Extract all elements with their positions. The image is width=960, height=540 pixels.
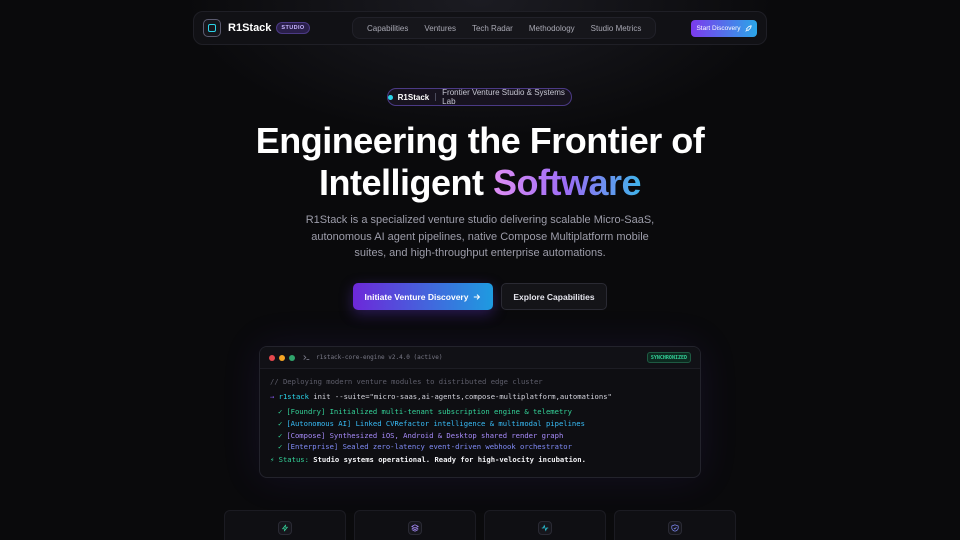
- primary-cta-label: Initiate Venture Discovery: [364, 291, 469, 302]
- brand-primary: R1: [228, 22, 243, 34]
- check-icon: ✓: [278, 430, 283, 440]
- start-discovery-button[interactable]: Start Discovery: [691, 20, 757, 37]
- terminal-status: ⚡ Status: Studio systems operational. Re…: [270, 455, 690, 464]
- hero-title-gradient: Software: [492, 162, 642, 203]
- studio-badge: STUDIO: [276, 22, 310, 34]
- terminal-output: ✓ [Foundry] Initialized multi-tenant subs…: [278, 406, 690, 453]
- feature-card-activity[interactable]: [484, 510, 606, 540]
- nav-links: Capabilities Ventures Tech Radar Methodo…: [352, 17, 657, 39]
- status-dot-icon: [388, 94, 393, 100]
- terminal-body: // Deploying modern venture modules to d…: [260, 369, 700, 470]
- bolt-icon: [278, 521, 292, 535]
- terminal-line: ✓ [Autonomous AI] Linked CVRefactor intel…: [278, 418, 690, 430]
- terminal-line: ✓ [Enterprise] Sealed zero-latency event-…: [278, 441, 690, 453]
- layers-icon: [408, 521, 422, 535]
- terminal-comment: // Deploying modern venture modules to d…: [270, 377, 543, 386]
- status-text: Studio systems operational. Ready for hi…: [313, 455, 586, 465]
- terminal-title: r1stack-core-engine v2.4.0 (active): [316, 354, 443, 361]
- feature-card-shield[interactable]: [614, 510, 736, 540]
- nav-link-capabilities[interactable]: Capabilities: [359, 24, 416, 33]
- terminal-line-text: [Autonomous AI] Linked CVRefactor intell…: [286, 418, 585, 428]
- terminal-line-text: [Compose] Synthesized iOS, Android & Des…: [286, 430, 564, 440]
- hero-pill: R1Stack Frontier Venture Studio & System…: [387, 88, 572, 106]
- pill-text: Frontier Venture Studio & Systems Lab: [442, 88, 565, 106]
- hero-title-line2: Intelligent Software: [0, 162, 960, 204]
- brand-name[interactable]: R1Stack: [228, 22, 271, 34]
- terminal-window: r1stack-core-engine v2.4.0 (active) SYNC…: [259, 346, 701, 478]
- pill-brand: R1Stack: [397, 92, 430, 102]
- terminal-line: ✓ [Compose] Synthesized iOS, Android & De…: [278, 430, 690, 442]
- check-icon: ✓: [278, 407, 283, 416]
- status-label: ⚡ Status:: [270, 455, 309, 465]
- minimize-dot-icon: [279, 354, 285, 361]
- terminal-cmd-args: init --suite="micro-saas,ai-agents,compo…: [308, 392, 612, 401]
- top-navbar: R1Stack STUDIO Capabilities Ventures Tec…: [193, 11, 767, 45]
- nav-link-tech-radar[interactable]: Tech Radar: [464, 24, 521, 33]
- terminal-cmd-keyword: r1stack: [278, 392, 309, 401]
- hero-title-plain: Intelligent: [318, 162, 493, 203]
- close-dot-icon: [269, 354, 275, 361]
- terminal-command: → r1stack init --suite="micro-saas,ai-ag…: [270, 392, 690, 401]
- terminal-prompt: →: [270, 392, 275, 401]
- rocket-icon: [744, 24, 752, 32]
- initiate-venture-discovery-button[interactable]: Initiate Venture Discovery: [353, 283, 493, 310]
- logo-icon[interactable]: [203, 19, 221, 37]
- feature-card-bolt[interactable]: [224, 510, 346, 540]
- pill-divider: [435, 93, 437, 101]
- terminal-line-text: [Enterprise] Sealed zero-latency event-d…: [286, 442, 572, 452]
- check-icon: ✓: [278, 442, 283, 452]
- terminal-prompt-icon: [303, 355, 310, 361]
- hero-title-line1: Engineering the Frontier of: [255, 120, 705, 161]
- feature-card-layers[interactable]: [354, 510, 476, 540]
- explore-capabilities-button[interactable]: Explore Capabilities: [501, 283, 607, 310]
- terminal-titlebar: r1stack-core-engine v2.4.0 (active) SYNC…: [260, 347, 700, 369]
- check-icon: ✓: [278, 418, 283, 428]
- nav-link-methodology[interactable]: Methodology: [521, 24, 583, 33]
- nav-link-ventures[interactable]: Ventures: [416, 24, 464, 33]
- nav-link-studio-metrics[interactable]: Studio Metrics: [583, 24, 650, 33]
- maximize-dot-icon: [289, 354, 295, 361]
- start-discovery-label: Start Discovery: [696, 25, 741, 32]
- arrow-right-icon: [474, 293, 481, 300]
- hero-subtitle: R1Stack is a specialized venture studio …: [305, 214, 655, 259]
- terminal-line: ✓ [Foundry] Initialized multi-tenant subs…: [278, 406, 690, 418]
- brand-secondary: Stack: [242, 22, 272, 34]
- terminal-line-text: [Foundry] Initialized multi-tenant subsc…: [286, 407, 572, 416]
- hero-title: Engineering the Frontier of Intelligent …: [0, 120, 960, 204]
- activity-icon: [538, 521, 552, 535]
- shield-icon: [668, 521, 682, 535]
- sync-badge: SYNCHRONIZED: [646, 352, 691, 363]
